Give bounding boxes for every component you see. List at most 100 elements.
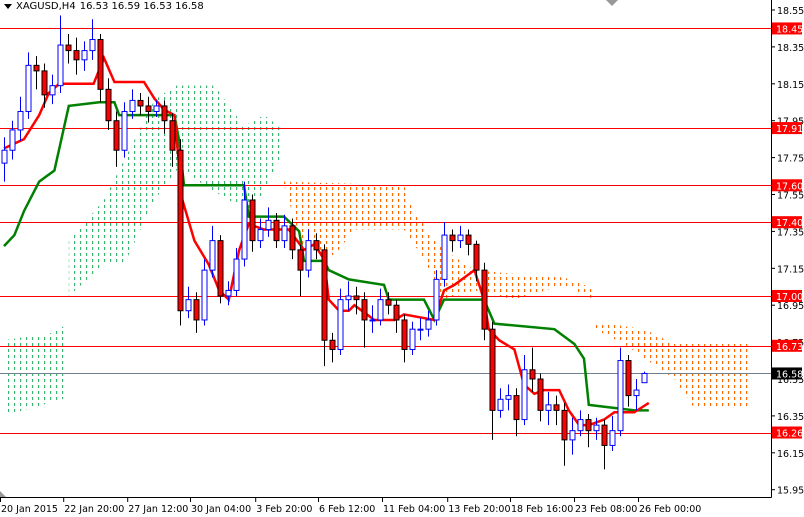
candle bbox=[65, 33, 72, 64]
candle-body bbox=[401, 319, 408, 350]
candle bbox=[121, 102, 128, 158]
candle-body bbox=[433, 278, 440, 321]
candle bbox=[265, 207, 272, 237]
candle-body bbox=[481, 269, 488, 330]
candle bbox=[81, 41, 88, 71]
x-tick-label: 22 Jan 20:00 bbox=[64, 504, 124, 515]
candle bbox=[25, 52, 32, 119]
candle bbox=[553, 395, 560, 426]
candle-body bbox=[593, 424, 600, 432]
y-tick-label: 16.15 bbox=[777, 449, 804, 460]
candle bbox=[401, 314, 408, 363]
candle bbox=[225, 281, 232, 306]
y-tick-label: 15.95 bbox=[777, 486, 804, 497]
y-tick-label: 17.75 bbox=[777, 154, 804, 165]
candle-body bbox=[425, 319, 432, 330]
candle-body bbox=[121, 110, 128, 151]
candle-body bbox=[65, 44, 72, 52]
candle-body bbox=[1, 149, 8, 164]
candle-body bbox=[633, 389, 640, 397]
candle bbox=[177, 139, 184, 326]
candle-body bbox=[449, 234, 456, 242]
candle bbox=[393, 299, 400, 333]
candle-body bbox=[377, 299, 384, 321]
candle bbox=[217, 235, 224, 304]
candle-body bbox=[561, 409, 568, 441]
price-chart[interactable]: 18.5518.3518.1517.9517.7517.5517.3517.15… bbox=[0, 0, 804, 517]
candle-body bbox=[553, 404, 560, 411]
candle bbox=[9, 120, 16, 160]
x-tick-label: 27 Jan 12:00 bbox=[128, 504, 188, 515]
candle-body bbox=[185, 299, 192, 312]
candle-body bbox=[225, 289, 232, 297]
candle bbox=[497, 388, 504, 418]
candle bbox=[137, 93, 144, 116]
dropdown-triangle-icon[interactable] bbox=[4, 4, 12, 9]
candle bbox=[425, 310, 432, 337]
candle-body bbox=[129, 99, 136, 112]
candle bbox=[33, 56, 40, 90]
candle-body bbox=[337, 299, 344, 350]
candle bbox=[361, 292, 368, 348]
candle-body bbox=[585, 419, 592, 432]
candle-body bbox=[257, 229, 264, 242]
candle bbox=[321, 244, 328, 367]
candle-body bbox=[441, 234, 448, 280]
candle bbox=[465, 229, 472, 256]
candle-body bbox=[25, 64, 32, 112]
candle bbox=[329, 332, 336, 363]
candle-body bbox=[417, 328, 424, 331]
candle bbox=[577, 410, 584, 437]
candle bbox=[297, 244, 304, 296]
y-tick-label: 17.15 bbox=[777, 264, 804, 275]
candle bbox=[57, 15, 64, 94]
candle-body bbox=[209, 240, 216, 271]
candle bbox=[633, 379, 640, 411]
level-price-label: 16.73 bbox=[776, 342, 803, 353]
candle bbox=[617, 347, 624, 437]
candle bbox=[49, 74, 56, 105]
candle-body bbox=[601, 424, 608, 446]
candle-body bbox=[41, 70, 48, 96]
candle-body bbox=[89, 39, 96, 52]
candle-body bbox=[409, 328, 416, 350]
candle-body bbox=[569, 430, 576, 441]
candle bbox=[457, 225, 464, 249]
candle-body bbox=[465, 234, 472, 245]
candle-body bbox=[345, 295, 352, 301]
candle bbox=[569, 417, 576, 455]
candle-body bbox=[385, 299, 392, 306]
cloud-bull-segment bbox=[68, 85, 284, 296]
candle bbox=[73, 37, 80, 75]
level-price-label: 18.45 bbox=[776, 24, 803, 35]
level-price-label: 16.26 bbox=[776, 429, 803, 440]
candle-body bbox=[457, 234, 464, 242]
candle-body bbox=[33, 64, 40, 72]
candle bbox=[409, 321, 416, 356]
candle-body bbox=[577, 419, 584, 432]
candle-body bbox=[321, 249, 328, 341]
candle bbox=[17, 96, 24, 141]
candle bbox=[273, 212, 280, 249]
candle-body bbox=[625, 360, 632, 397]
chart-shift-marker-icon[interactable] bbox=[606, 0, 618, 6]
candle-body bbox=[393, 304, 400, 321]
candle bbox=[489, 321, 496, 440]
cloud-bear-segment bbox=[284, 181, 424, 260]
candle bbox=[585, 414, 592, 448]
level-price-label: 17.00 bbox=[776, 292, 803, 303]
candle-body bbox=[329, 339, 336, 350]
candle-body bbox=[249, 199, 256, 242]
candle-body bbox=[545, 404, 552, 411]
candle-body bbox=[161, 105, 168, 122]
level-price-label: 17.40 bbox=[776, 218, 803, 229]
candle-body bbox=[297, 249, 304, 271]
candle-body bbox=[201, 269, 208, 321]
x-tick-label: 23 Feb 08:00 bbox=[575, 504, 637, 515]
candle bbox=[625, 355, 632, 407]
x-tick-label: 26 Feb 00:00 bbox=[639, 504, 701, 515]
y-tick-label: 18.35 bbox=[777, 43, 804, 54]
y-tick-label: 18.55 bbox=[777, 6, 804, 17]
candle bbox=[417, 318, 424, 341]
candle-body bbox=[233, 258, 240, 291]
